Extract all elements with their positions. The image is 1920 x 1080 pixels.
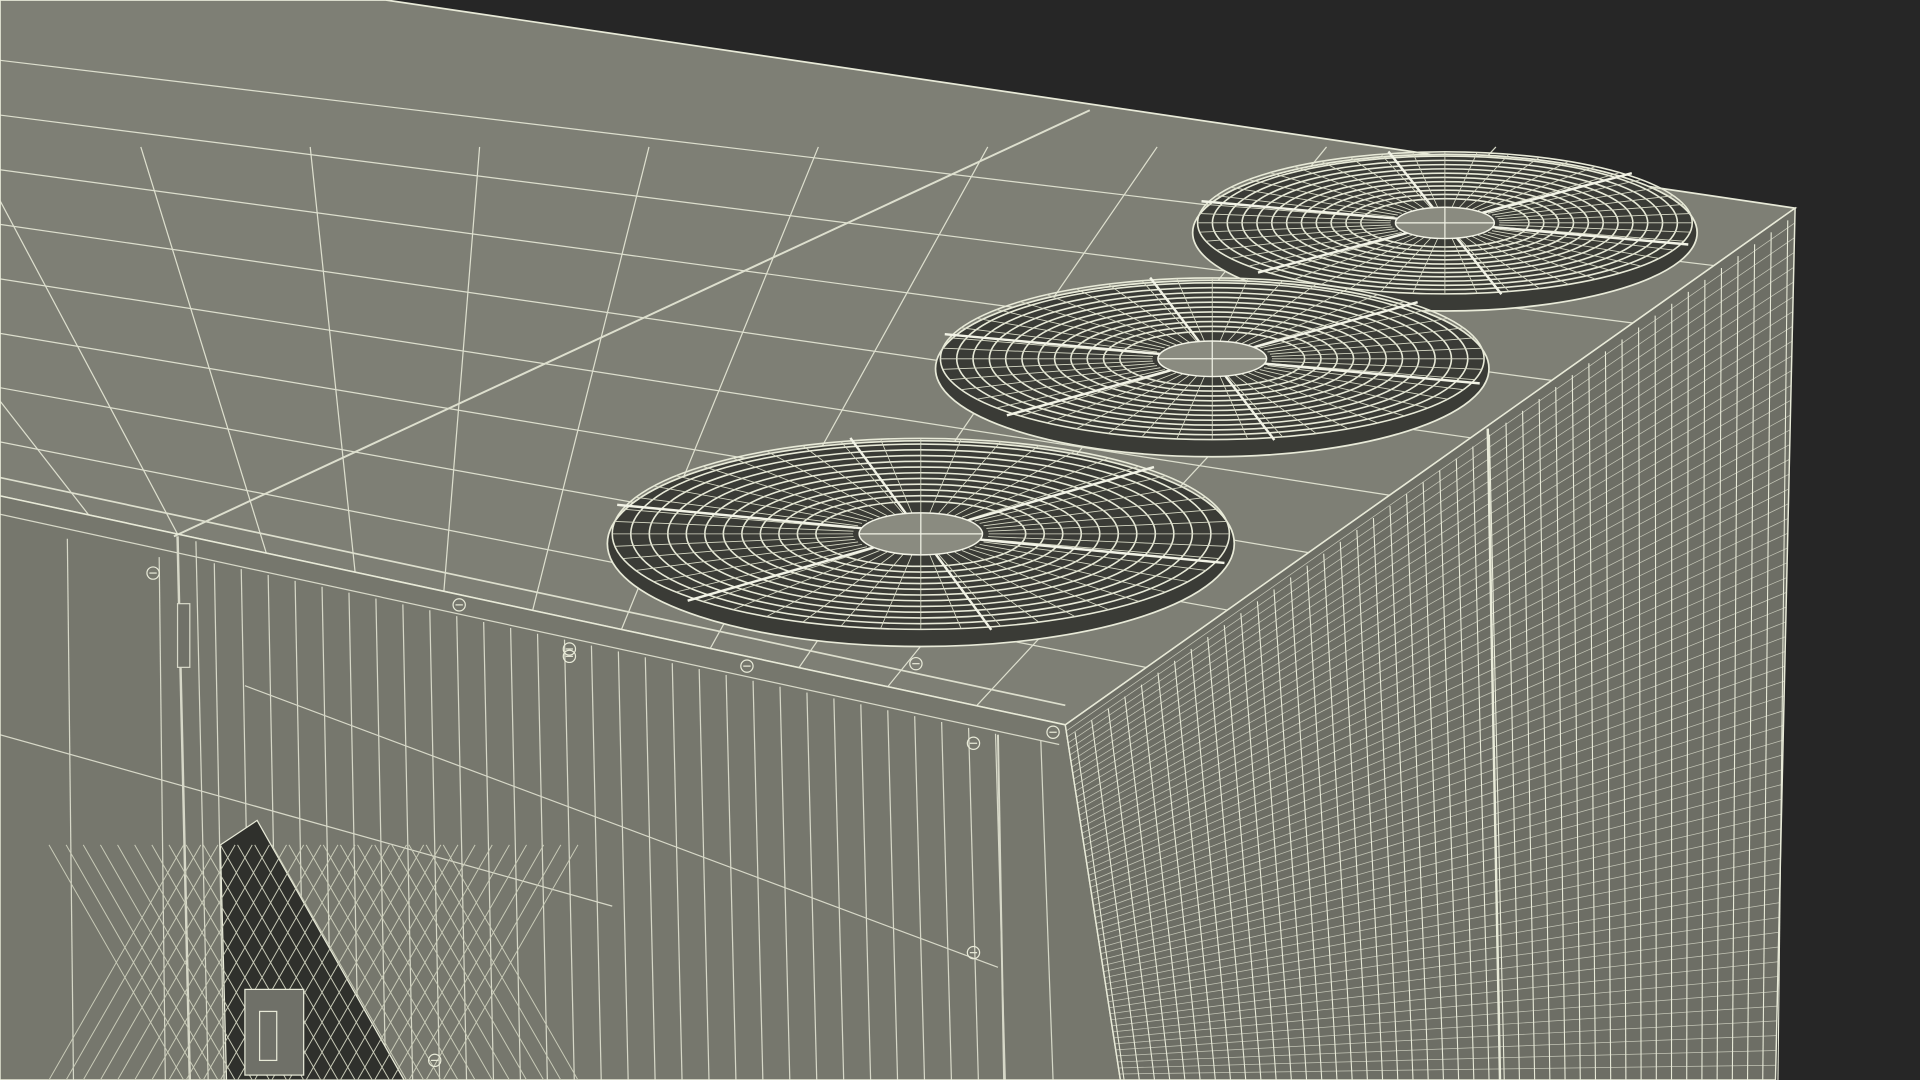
wireframe-render xyxy=(0,0,1920,1080)
access-latch xyxy=(244,988,305,1076)
